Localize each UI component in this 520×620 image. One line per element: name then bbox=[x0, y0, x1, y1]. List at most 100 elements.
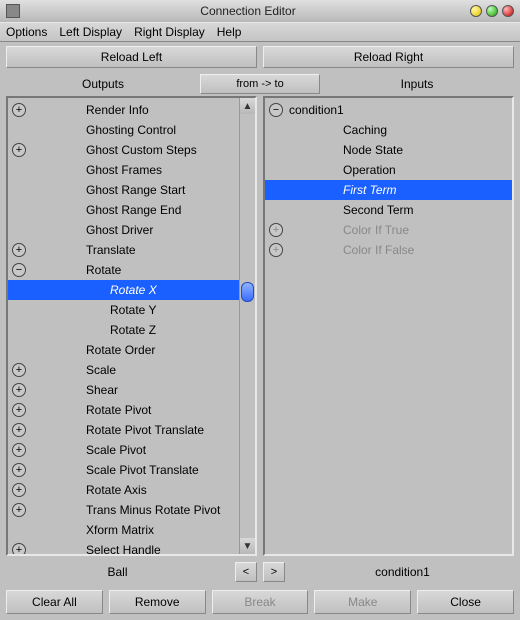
tree-row[interactable]: +Render Info bbox=[8, 100, 255, 120]
collapse-icon[interactable]: − bbox=[269, 103, 283, 117]
tree-item-label: Operation bbox=[343, 163, 396, 177]
tree-item-label: Rotate Order bbox=[86, 343, 155, 357]
tree-row[interactable]: Rotate X bbox=[8, 280, 255, 300]
tree-row[interactable]: Caching bbox=[265, 120, 512, 140]
expand-icon[interactable]: + bbox=[12, 243, 26, 257]
minimize-button[interactable] bbox=[470, 5, 482, 17]
menu-right-display[interactable]: Right Display bbox=[134, 25, 205, 39]
tree-row[interactable]: Ghost Frames bbox=[8, 160, 255, 180]
left-node-name: Ball bbox=[6, 565, 229, 579]
app-icon bbox=[6, 4, 20, 18]
tree-row[interactable]: +Rotate Axis bbox=[8, 480, 255, 500]
menu-options[interactable]: Options bbox=[6, 25, 47, 39]
tree-row[interactable]: + Trans Minus Rotate Pivot bbox=[8, 500, 255, 520]
expand-icon[interactable]: + bbox=[12, 423, 26, 437]
nav-row: Ball < > condition1 bbox=[0, 560, 520, 584]
tree-row[interactable]: + Color If True bbox=[265, 220, 512, 240]
tree-row[interactable]: Operation bbox=[265, 160, 512, 180]
tree-item-label: Color If True bbox=[343, 223, 409, 237]
tree-item-label: Ghosting Control bbox=[86, 123, 176, 137]
tree-row[interactable]: + Scale Pivot Translate bbox=[8, 460, 255, 480]
tree-item-label: Ghost Range End bbox=[86, 203, 181, 217]
reload-left-button[interactable]: Reload Left bbox=[6, 46, 257, 68]
collapse-icon[interactable]: − bbox=[12, 263, 26, 277]
tree-row[interactable]: −Rotate bbox=[8, 260, 255, 280]
tree-row[interactable]: + Translate bbox=[8, 240, 255, 260]
expand-icon[interactable]: + bbox=[269, 243, 283, 257]
panel-header-row: Outputs from -> to Inputs bbox=[0, 72, 520, 96]
outputs-label: Outputs bbox=[6, 77, 200, 91]
tree-item-label: Select Handle bbox=[86, 543, 161, 554]
expand-icon[interactable]: + bbox=[12, 363, 26, 377]
expand-icon[interactable]: + bbox=[12, 103, 26, 117]
menu-left-display[interactable]: Left Display bbox=[59, 25, 122, 39]
tree-row[interactable]: Second Term bbox=[265, 200, 512, 220]
tree-row[interactable]: + Rotate Pivot bbox=[8, 400, 255, 420]
scroll-thumb[interactable] bbox=[241, 282, 254, 302]
tree-row[interactable]: Rotate Z bbox=[8, 320, 255, 340]
inputs-label: Inputs bbox=[320, 77, 514, 91]
clear-all-button[interactable]: Clear All bbox=[6, 590, 103, 614]
tree-item-label: Color If False bbox=[343, 243, 414, 257]
tree-row[interactable]: Rotate Y bbox=[8, 300, 255, 320]
tree-row[interactable]: + Color If False bbox=[265, 240, 512, 260]
remove-button[interactable]: Remove bbox=[109, 590, 206, 614]
window-title: Connection Editor bbox=[26, 4, 470, 18]
tree-row[interactable]: + Select Handle bbox=[8, 540, 255, 554]
break-button[interactable]: Break bbox=[212, 590, 309, 614]
expand-icon[interactable]: + bbox=[12, 543, 26, 554]
expand-icon[interactable]: + bbox=[12, 143, 26, 157]
maximize-button[interactable] bbox=[486, 5, 498, 17]
close-window-button[interactable] bbox=[502, 5, 514, 17]
next-button[interactable]: > bbox=[263, 562, 285, 582]
tree-row[interactable]: Ghost Range End bbox=[8, 200, 255, 220]
tree-item-label: Ghost Frames bbox=[86, 163, 162, 177]
tree-row[interactable]: + Scale bbox=[8, 360, 255, 380]
tree-row[interactable]: Ghost Driver bbox=[8, 220, 255, 240]
tree-item-label: Rotate Pivot bbox=[86, 403, 151, 417]
tree-row[interactable]: + Ghost Custom Steps bbox=[8, 140, 255, 160]
expand-icon[interactable]: + bbox=[12, 403, 26, 417]
scroll-down-icon[interactable]: ▼ bbox=[240, 538, 255, 554]
left-scrollbar[interactable]: ▲ ▼ bbox=[239, 98, 255, 554]
node-header: condition1 bbox=[289, 103, 344, 117]
tree-item-label: Translate bbox=[86, 243, 136, 257]
tree-row[interactable]: Node State bbox=[265, 140, 512, 160]
menu-help[interactable]: Help bbox=[217, 25, 242, 39]
tree-row[interactable]: Rotate Order bbox=[8, 340, 255, 360]
tree-row[interactable]: Ghosting Control bbox=[8, 120, 255, 140]
reload-right-button[interactable]: Reload Right bbox=[263, 46, 514, 68]
tree-row[interactable]: +Rotate Pivot Translate bbox=[8, 420, 255, 440]
tree-item-label: Node State bbox=[343, 143, 403, 157]
connection-editor-window: Connection Editor Options Left Display R… bbox=[0, 0, 520, 620]
outputs-tree[interactable]: +Render Info Ghosting Control + Ghost Custo… bbox=[8, 98, 255, 554]
scroll-up-icon[interactable]: ▲ bbox=[240, 98, 255, 114]
direction-toggle[interactable]: from -> to bbox=[200, 74, 320, 94]
tree-row[interactable]: Ghost Range Start bbox=[8, 180, 255, 200]
prev-button[interactable]: < bbox=[235, 562, 257, 582]
tree-item-label: Ghost Driver bbox=[86, 223, 153, 237]
tree-row[interactable]: First Term bbox=[265, 180, 512, 200]
tree-item-label: Rotate Y bbox=[110, 303, 156, 317]
panels-container: +Render Info Ghosting Control + Ghost Custo… bbox=[0, 96, 520, 560]
make-button[interactable]: Make bbox=[314, 590, 411, 614]
tree-row[interactable]: Xform Matrix bbox=[8, 520, 255, 540]
tree-row[interactable]: +Scale Pivot bbox=[8, 440, 255, 460]
expand-icon[interactable]: + bbox=[12, 443, 26, 457]
expand-icon[interactable]: + bbox=[12, 503, 26, 517]
close-button[interactable]: Close bbox=[417, 590, 514, 614]
tree-item-label: Second Term bbox=[343, 203, 413, 217]
tree-item-label: Scale Pivot Translate bbox=[86, 463, 199, 477]
expand-icon[interactable]: + bbox=[12, 483, 26, 497]
tree-row-header[interactable]: − condition1 bbox=[265, 100, 512, 120]
tree-item-label: First Term bbox=[343, 183, 397, 197]
inputs-tree[interactable]: − condition1 Caching Node State Operation F… bbox=[265, 98, 512, 554]
tree-item-label: Scale bbox=[86, 363, 116, 377]
outputs-panel: +Render Info Ghosting Control + Ghost Custo… bbox=[6, 96, 257, 556]
expand-icon[interactable]: + bbox=[269, 223, 283, 237]
tree-item-label: Ghost Custom Steps bbox=[86, 143, 197, 157]
tree-item-label: Trans Minus Rotate Pivot bbox=[86, 503, 220, 517]
expand-icon[interactable]: + bbox=[12, 463, 26, 477]
expand-icon[interactable]: + bbox=[12, 383, 26, 397]
tree-row[interactable]: +Shear bbox=[8, 380, 255, 400]
